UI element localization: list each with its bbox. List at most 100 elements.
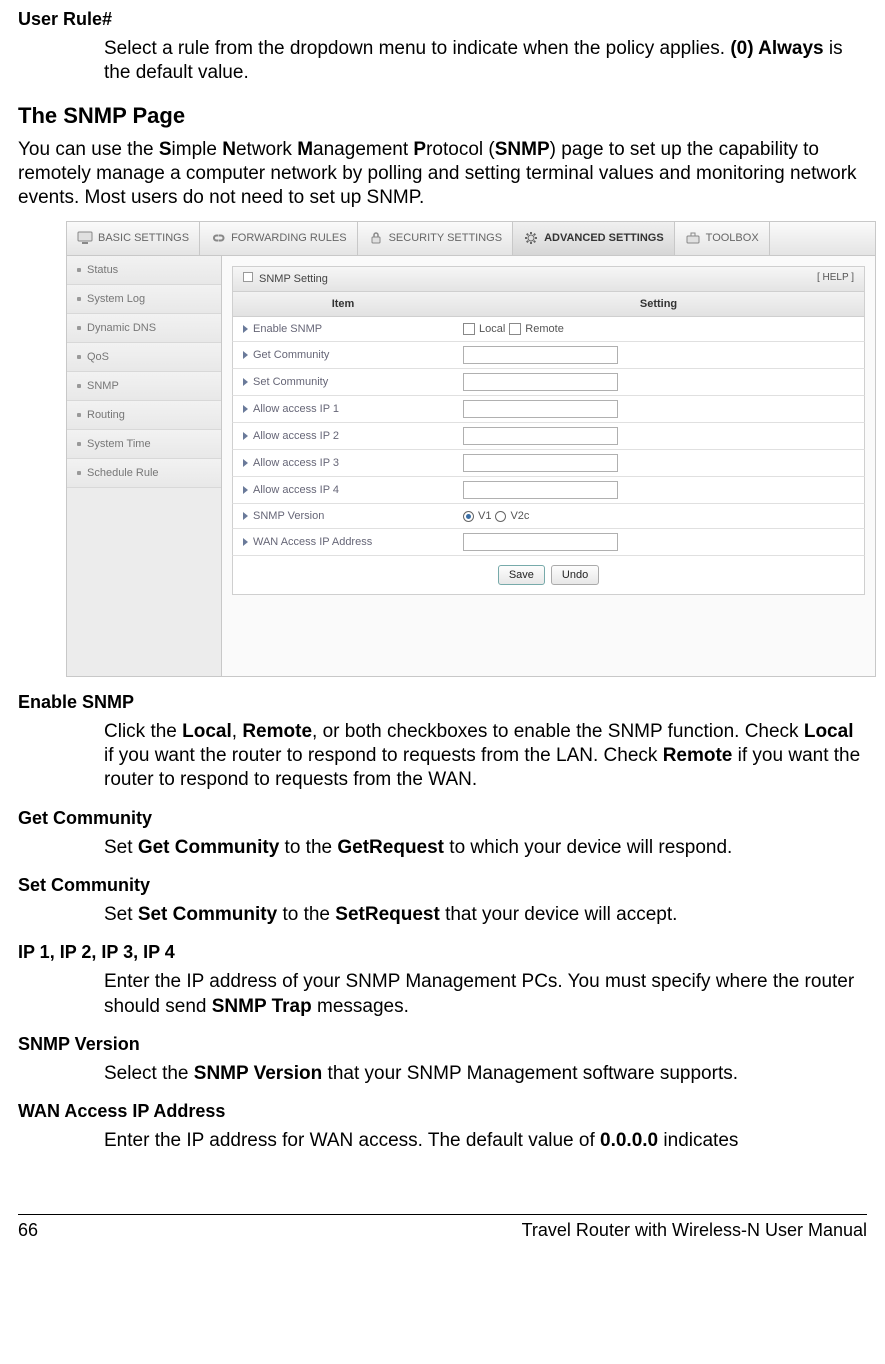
bullet-icon xyxy=(77,268,81,272)
bold-text: 0.0.0.0 xyxy=(600,1130,658,1151)
help-link[interactable]: [ HELP ] xyxy=(817,272,854,285)
footer-title: Travel Router with Wireless-N User Manua… xyxy=(522,1219,867,1242)
text: You can use the xyxy=(18,139,159,160)
row-snmp-version: SNMP Version V1 V2c xyxy=(232,504,865,529)
bold-letter: N xyxy=(222,139,236,160)
text: Click the xyxy=(104,721,182,742)
section-heading: The SNMP Page xyxy=(18,102,867,130)
checkbox-label: Remote xyxy=(525,322,564,336)
sidebar-item-system-log[interactable]: System Log xyxy=(67,285,221,314)
top-nav: BASIC SETTINGS FORWARDING RULES SECURITY… xyxy=(67,222,875,256)
field-heading-user-rule: User Rule# xyxy=(18,8,867,31)
arrow-right-icon xyxy=(243,378,248,386)
text: rotocol ( xyxy=(426,139,495,160)
allow-ip1-input[interactable] xyxy=(463,400,618,418)
row-set-community: Set Community xyxy=(232,369,865,396)
save-button[interactable]: Save xyxy=(498,565,545,585)
sidebar-item-label: System Time xyxy=(87,437,151,451)
tab-basic-settings[interactable]: BASIC SETTINGS xyxy=(67,222,200,255)
page-number: 66 xyxy=(18,1219,38,1242)
radio-label: V1 xyxy=(478,509,491,523)
wan-access-input[interactable] xyxy=(463,533,618,551)
text: to the xyxy=(277,904,335,925)
sidebar-item-system-time[interactable]: System Time xyxy=(67,430,221,459)
bold-text: (0) Always xyxy=(730,38,823,59)
field-body-user-rule: Select a rule from the dropdown menu to … xyxy=(104,37,867,86)
local-checkbox[interactable] xyxy=(463,323,475,335)
allow-ip2-input[interactable] xyxy=(463,427,618,445)
panel-title: SNMP Setting xyxy=(259,273,328,285)
row-enable-snmp: Enable SNMP Local Remote xyxy=(232,317,865,342)
text: Set xyxy=(104,837,138,858)
sidebar-item-label: Schedule Rule xyxy=(87,466,159,480)
tab-label: SECURITY SETTINGS xyxy=(389,231,502,245)
sidebar-item-label: QoS xyxy=(87,350,109,364)
page-footer: 66 Travel Router with Wireless-N User Ma… xyxy=(18,1214,867,1242)
bold-letter: P xyxy=(413,139,426,160)
text: that your device will accept. xyxy=(440,904,678,925)
panel-header: SNMP Setting [ HELP ] xyxy=(232,266,865,292)
sidebar-item-status[interactable]: Status xyxy=(67,256,221,285)
arrow-right-icon xyxy=(243,512,248,520)
field-heading-ips: IP 1, IP 2, IP 3, IP 4 xyxy=(18,941,867,964)
arrow-right-icon xyxy=(243,459,248,467)
field-heading-set-community: Set Community xyxy=(18,874,867,897)
checkbox-label: Local xyxy=(479,322,505,336)
text: indicates xyxy=(658,1130,738,1151)
sidebar-item-label: Status xyxy=(87,263,118,277)
sidebar-item-snmp[interactable]: SNMP xyxy=(67,372,221,401)
bullet-icon xyxy=(77,297,81,301)
link-icon xyxy=(210,231,226,245)
text: , xyxy=(232,721,243,742)
field-body-set-community: Set Set Community to the SetRequest that… xyxy=(104,903,867,927)
text: etwork xyxy=(236,139,297,160)
row-label: Allow access IP 4 xyxy=(253,483,339,497)
tab-advanced-settings[interactable]: ADVANCED SETTINGS xyxy=(513,222,675,255)
sidebar-item-dynamic-dns[interactable]: Dynamic DNS xyxy=(67,314,221,343)
v2c-radio[interactable] xyxy=(495,511,506,522)
text: that your SNMP Management software suppo… xyxy=(322,1063,738,1084)
sidebar: Status System Log Dynamic DNS QoS SNMP R… xyxy=(67,256,222,676)
tab-label: FORWARDING RULES xyxy=(231,231,347,245)
section-intro: You can use the Simple Network Managemen… xyxy=(18,138,867,211)
tab-toolbox[interactable]: TOOLBOX xyxy=(675,222,770,255)
field-body-snmp-version: Select the SNMP Version that your SNMP M… xyxy=(104,1062,867,1086)
tab-security-settings[interactable]: SECURITY SETTINGS xyxy=(358,222,513,255)
bold-text: Set Community xyxy=(138,904,277,925)
bold-text: SNMP Version xyxy=(194,1063,322,1084)
arrow-right-icon xyxy=(243,486,248,494)
text: to the xyxy=(279,837,337,858)
get-community-input[interactable] xyxy=(463,346,618,364)
bullet-icon xyxy=(77,355,81,359)
remote-checkbox[interactable] xyxy=(509,323,521,335)
bullet-icon xyxy=(77,471,81,475)
col-header-item: Item xyxy=(233,292,453,316)
tab-forwarding-rules[interactable]: FORWARDING RULES xyxy=(200,222,358,255)
sidebar-item-label: Routing xyxy=(87,408,125,422)
row-label: SNMP Version xyxy=(253,509,324,523)
arrow-right-icon xyxy=(243,325,248,333)
v1-radio[interactable] xyxy=(463,511,474,522)
bold-text: SNMP Trap xyxy=(212,996,312,1017)
bold-letter: M xyxy=(297,139,313,160)
bold-text: Local xyxy=(182,721,232,742)
text: Enter the IP address for WAN access. The… xyxy=(104,1130,600,1151)
allow-ip4-input[interactable] xyxy=(463,481,618,499)
sidebar-item-qos[interactable]: QoS xyxy=(67,343,221,372)
sidebar-item-label: System Log xyxy=(87,292,145,306)
table-header: Item Setting xyxy=(232,292,865,317)
row-label: Enable SNMP xyxy=(253,322,322,336)
gear-icon xyxy=(523,231,539,245)
radio-dot-icon xyxy=(466,514,471,519)
undo-button[interactable]: Undo xyxy=(551,565,599,585)
text: imple xyxy=(172,139,223,160)
col-header-setting: Setting xyxy=(453,292,864,316)
set-community-input[interactable] xyxy=(463,373,618,391)
sidebar-item-schedule-rule[interactable]: Schedule Rule xyxy=(67,459,221,488)
arrow-right-icon xyxy=(243,405,248,413)
toolbox-icon xyxy=(685,231,701,245)
allow-ip3-input[interactable] xyxy=(463,454,618,472)
field-heading-get-community: Get Community xyxy=(18,807,867,830)
sidebar-item-routing[interactable]: Routing xyxy=(67,401,221,430)
button-row: Save Undo xyxy=(232,556,865,595)
